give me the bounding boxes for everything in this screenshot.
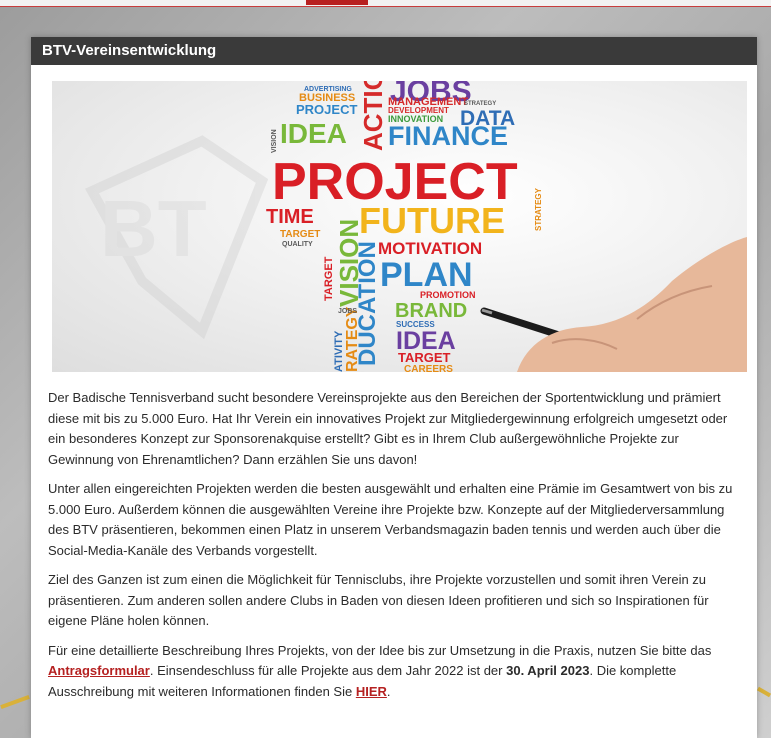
logo-text: BT: [100, 184, 207, 273]
word-jobs-small: JOBS: [338, 308, 357, 315]
project-hero-image: BT JOBS ADVERTISING BUSINESS PROJECT MAN…: [52, 81, 747, 372]
paragraph-4-text-b: . Einsendeschluss für alle Projekte aus …: [149, 663, 507, 678]
word-careers: CAREERS: [404, 364, 453, 372]
word-vision-small: VISION: [271, 129, 278, 153]
article-paragraph-4: Für eine detaillierte Beschreibung Ihres…: [48, 641, 740, 703]
word-promotion: PROMOTION: [420, 290, 476, 300]
deadline-date: 30. April 2023: [506, 663, 590, 678]
word-strategy-side: STRATEGY: [534, 187, 543, 231]
word-strategy-bottom: RATEGY: [344, 306, 361, 372]
panel-body: BT JOBS ADVERTISING BUSINESS PROJECT MAN…: [31, 65, 757, 702]
background-track-line-right: [756, 686, 771, 698]
btv-watermark-logo: BT: [84, 135, 269, 340]
word-brand: BRAND: [395, 300, 467, 322]
word-project-small: PROJECT: [296, 102, 357, 117]
article-paragraph-3: Ziel des Ganzen ist zum einen die Möglic…: [48, 572, 709, 628]
antragsformular-link[interactable]: Antragsformular: [48, 663, 150, 678]
article-paragraph-2: Unter allen eingereichten Projekten werd…: [48, 481, 733, 558]
hier-link[interactable]: HIER: [356, 684, 387, 699]
paragraph-4-text-d: .: [386, 683, 391, 699]
word-quality: QUALITY: [282, 241, 313, 248]
panel-title: BTV-Vereinsentwicklung: [31, 37, 757, 65]
background-track-line-left: [0, 694, 30, 710]
word-idea: IDEA: [280, 118, 347, 149]
top-navigation-strip: [0, 0, 771, 7]
hand-with-pen: [480, 237, 747, 372]
word-plan: PLAN: [380, 256, 473, 294]
active-nav-tab-indicator: [306, 0, 368, 5]
paragraph-4-text-a: Für eine detaillierte Beschreibung Ihres…: [48, 642, 712, 658]
word-target-bottom: TARGET: [398, 350, 451, 365]
article-paragraph-1: Der Badische Tennisverband sucht besonde…: [48, 390, 728, 467]
word-cloud: JOBS ADVERTISING BUSINESS PROJECT MANAGE…: [266, 81, 543, 372]
word-action: ACTIO: [358, 81, 388, 151]
word-target: TARGET: [280, 229, 320, 240]
word-finance: FINANCE: [388, 121, 508, 151]
word-time: TIME: [266, 206, 314, 228]
word-future: FUTURE: [359, 200, 505, 241]
word-activity: ATIVITY: [333, 330, 345, 372]
content-panel: BTV-Vereinsentwicklung BT JOBS ADVERTISI…: [31, 37, 757, 738]
word-target-vertical: TARGET: [323, 256, 335, 301]
